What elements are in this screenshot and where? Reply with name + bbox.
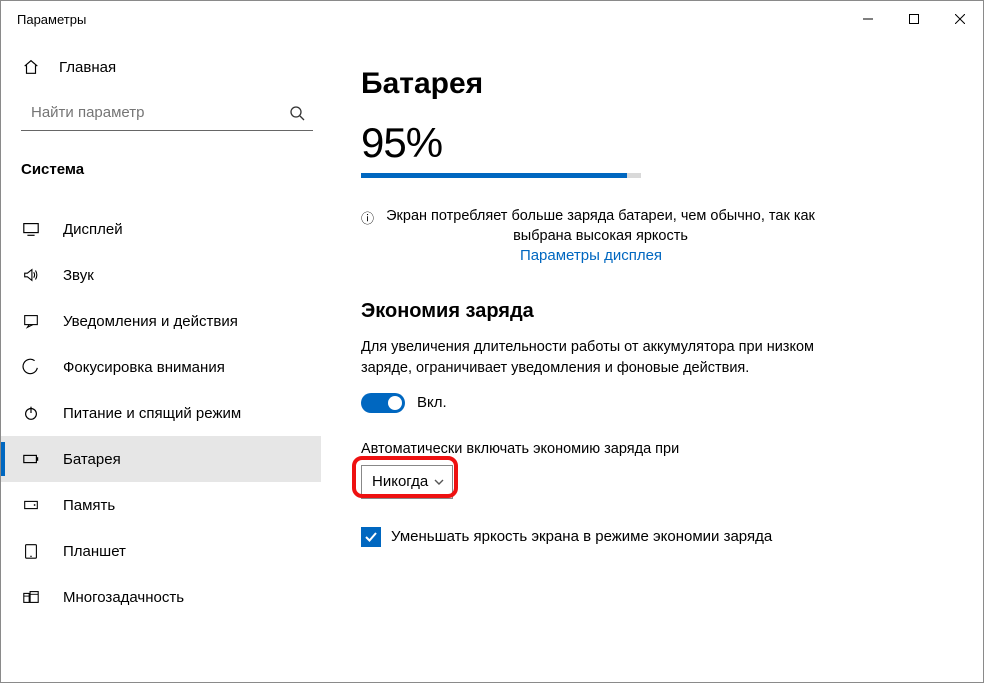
dropdown-value: Никогда: [372, 473, 428, 490]
maximize-button[interactable]: [891, 3, 937, 35]
power-icon: [21, 403, 41, 423]
home-label: Главная: [59, 59, 116, 76]
battery-progress: [361, 173, 641, 178]
brightness-warning: Экран потребляет больше заряда батареи, …: [380, 206, 821, 247]
sidebar-item-display[interactable]: Дисплей: [1, 206, 321, 252]
display-settings-link[interactable]: Параметры дисплея: [520, 247, 662, 264]
info-icon: ⓘ: [361, 208, 374, 227]
toggle-state-label: Вкл.: [417, 394, 447, 411]
sidebar: Главная Система Дисплей Звук Уведомле: [1, 37, 321, 682]
sidebar-item-label: Батарея: [63, 451, 121, 468]
auto-enable-label: Автоматически включать экономию заряда п…: [361, 441, 913, 457]
search-icon: [289, 105, 305, 121]
sound-icon: [21, 265, 41, 285]
home-icon: [21, 57, 41, 77]
main-content: Батарея 95% ⓘ Экран потребляет больше за…: [321, 37, 983, 682]
reduce-brightness-checkbox[interactable]: [361, 527, 381, 547]
reduce-brightness-label: Уменьшать яркость экрана в режиме эконом…: [391, 528, 772, 545]
category-heading: Система: [1, 139, 321, 192]
search-input[interactable]: [21, 95, 313, 131]
chevron-down-icon: [434, 477, 444, 487]
notifications-icon: [21, 311, 41, 331]
sidebar-item-label: Дисплей: [63, 221, 123, 238]
auto-enable-dropdown[interactable]: Никогда: [361, 465, 453, 499]
sidebar-item-label: Питание и спящий режим: [63, 405, 241, 422]
focus-icon: [21, 357, 41, 377]
sidebar-item-label: Фокусировка внимания: [63, 359, 225, 376]
sidebar-item-storage[interactable]: Память: [1, 482, 321, 528]
sidebar-item-notifications[interactable]: Уведомления и действия: [1, 298, 321, 344]
battery-saver-heading: Экономия заряда: [361, 300, 913, 323]
battery-saver-toggle[interactable]: [361, 393, 405, 413]
battery-icon: [21, 449, 41, 469]
minimize-button[interactable]: [845, 3, 891, 35]
tablet-icon: [21, 541, 41, 561]
sidebar-item-label: Звук: [63, 267, 94, 284]
sidebar-item-label: Уведомления и действия: [63, 313, 238, 330]
sidebar-item-multitask[interactable]: Многозадачность: [1, 574, 321, 620]
window-title: Параметры: [17, 12, 86, 27]
sidebar-item-battery[interactable]: Батарея: [1, 436, 321, 482]
storage-icon: [21, 495, 41, 515]
battery-percent: 95%: [361, 119, 913, 167]
search-field[interactable]: [31, 104, 289, 121]
close-button[interactable]: [937, 3, 983, 35]
display-icon: [21, 219, 41, 239]
sidebar-item-sound[interactable]: Звук: [1, 252, 321, 298]
home-link[interactable]: Главная: [1, 47, 321, 87]
multitask-icon: [21, 587, 41, 607]
sidebar-item-power[interactable]: Питание и спящий режим: [1, 390, 321, 436]
sidebar-item-focus[interactable]: Фокусировка внимания: [1, 344, 321, 390]
sidebar-item-tablet[interactable]: Планшет: [1, 528, 321, 574]
sidebar-item-label: Память: [63, 497, 115, 514]
page-title: Батарея: [361, 67, 913, 101]
sidebar-item-label: Многозадачность: [63, 589, 184, 606]
battery-saver-desc: Для увеличения длительности работы от ак…: [361, 337, 821, 379]
sidebar-item-label: Планшет: [63, 543, 126, 560]
